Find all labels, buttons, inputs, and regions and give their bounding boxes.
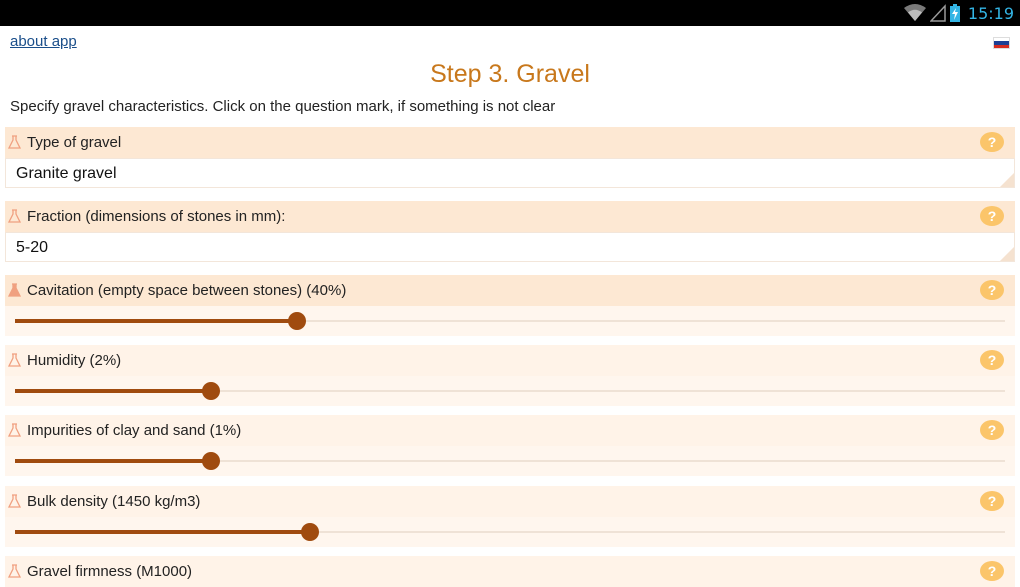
flask-icon xyxy=(8,209,21,223)
clock: 15:19 xyxy=(967,3,1014,23)
humidity-section: Humidity (2%) ? xyxy=(5,345,1015,406)
help-icon[interactable]: ? xyxy=(980,420,1004,440)
flask-icon xyxy=(8,283,21,297)
help-icon[interactable]: ? xyxy=(980,491,1004,511)
status-bar: 15:19 xyxy=(0,0,1020,26)
help-icon[interactable]: ? xyxy=(980,206,1004,226)
slider-track xyxy=(15,452,1005,470)
signal-icon xyxy=(929,4,946,22)
slider-thumb[interactable] xyxy=(301,523,320,541)
slider-fill xyxy=(15,530,311,534)
help-icon[interactable]: ? xyxy=(980,132,1004,152)
type-of-gravel-label: Type of gravel xyxy=(27,134,122,151)
cavitation-section: Cavitation (empty space between stones) … xyxy=(5,275,1015,336)
bulk-density-label: Bulk density (1450 kg/m3) xyxy=(27,493,201,510)
dropdown-corner-icon xyxy=(1000,173,1014,187)
slider-fill xyxy=(15,459,212,463)
flask-icon xyxy=(8,564,21,578)
flask-icon xyxy=(8,494,21,508)
flask-icon xyxy=(8,353,21,367)
section-header: Type of gravel ? xyxy=(5,127,1015,158)
page-subtitle: Specify gravel characteristics. Click on… xyxy=(10,98,556,115)
bulk-density-section: Bulk density (1450 kg/m3) ? xyxy=(5,486,1015,547)
humidity-slider[interactable] xyxy=(5,376,1015,406)
section-header: Cavitation (empty space between stones) … xyxy=(5,275,1015,306)
about-app-link[interactable]: about app xyxy=(10,33,77,50)
slider-track xyxy=(15,523,1005,541)
type-of-gravel-section: Type of gravel ? Granite gravel xyxy=(5,127,1015,188)
section-header: Fraction (dimensions of stones in mm): ? xyxy=(5,201,1015,232)
fraction-value: 5-20 xyxy=(16,239,49,256)
impurities-section: Impurities of clay and sand (1%) ? xyxy=(5,415,1015,476)
impurities-slider[interactable] xyxy=(5,446,1015,476)
section-header: Impurities of clay and sand (1%) ? xyxy=(5,415,1015,446)
impurities-label: Impurities of clay and sand (1%) xyxy=(27,422,242,439)
section-header: Humidity (2%) ? xyxy=(5,345,1015,376)
fraction-dropdown[interactable]: 5-20 xyxy=(5,232,1015,262)
help-icon[interactable]: ? xyxy=(980,280,1004,300)
gravel-firmness-label: Gravel firmness (M1000) xyxy=(27,563,193,580)
wifi-icon xyxy=(903,4,926,21)
flask-icon xyxy=(8,135,21,149)
slider-thumb[interactable] xyxy=(202,382,221,400)
slider-thumb[interactable] xyxy=(288,312,307,330)
flask-icon xyxy=(8,423,21,437)
humidity-label: Humidity (2%) xyxy=(27,352,122,369)
russian-flag-icon[interactable] xyxy=(993,37,1010,49)
slider-track xyxy=(15,312,1005,330)
fraction-label: Fraction (dimensions of stones in mm): xyxy=(27,208,286,225)
slider-track xyxy=(15,382,1005,400)
page-title: Step 3. Gravel xyxy=(430,60,590,88)
fraction-section: Fraction (dimensions of stones in mm): ?… xyxy=(5,201,1015,262)
type-of-gravel-dropdown[interactable]: Granite gravel xyxy=(5,158,1015,188)
help-icon[interactable]: ? xyxy=(980,561,1004,581)
help-icon[interactable]: ? xyxy=(980,350,1004,370)
status-icons: 15:19 xyxy=(903,2,1014,24)
bulk-density-slider[interactable] xyxy=(5,517,1015,547)
slider-fill xyxy=(15,389,212,393)
battery-icon xyxy=(949,4,960,22)
cavitation-slider[interactable] xyxy=(5,306,1015,336)
section-header: Bulk density (1450 kg/m3) ? xyxy=(5,486,1015,517)
dropdown-corner-icon xyxy=(1000,247,1014,261)
type-of-gravel-value: Granite gravel xyxy=(16,165,117,182)
cavitation-label: Cavitation (empty space between stones) … xyxy=(27,282,347,299)
section-header: Gravel firmness (M1000) ? xyxy=(5,556,1015,587)
slider-fill xyxy=(15,319,298,323)
slider-thumb[interactable] xyxy=(202,452,221,470)
gravel-firmness-section: Gravel firmness (M1000) ? xyxy=(5,556,1015,587)
